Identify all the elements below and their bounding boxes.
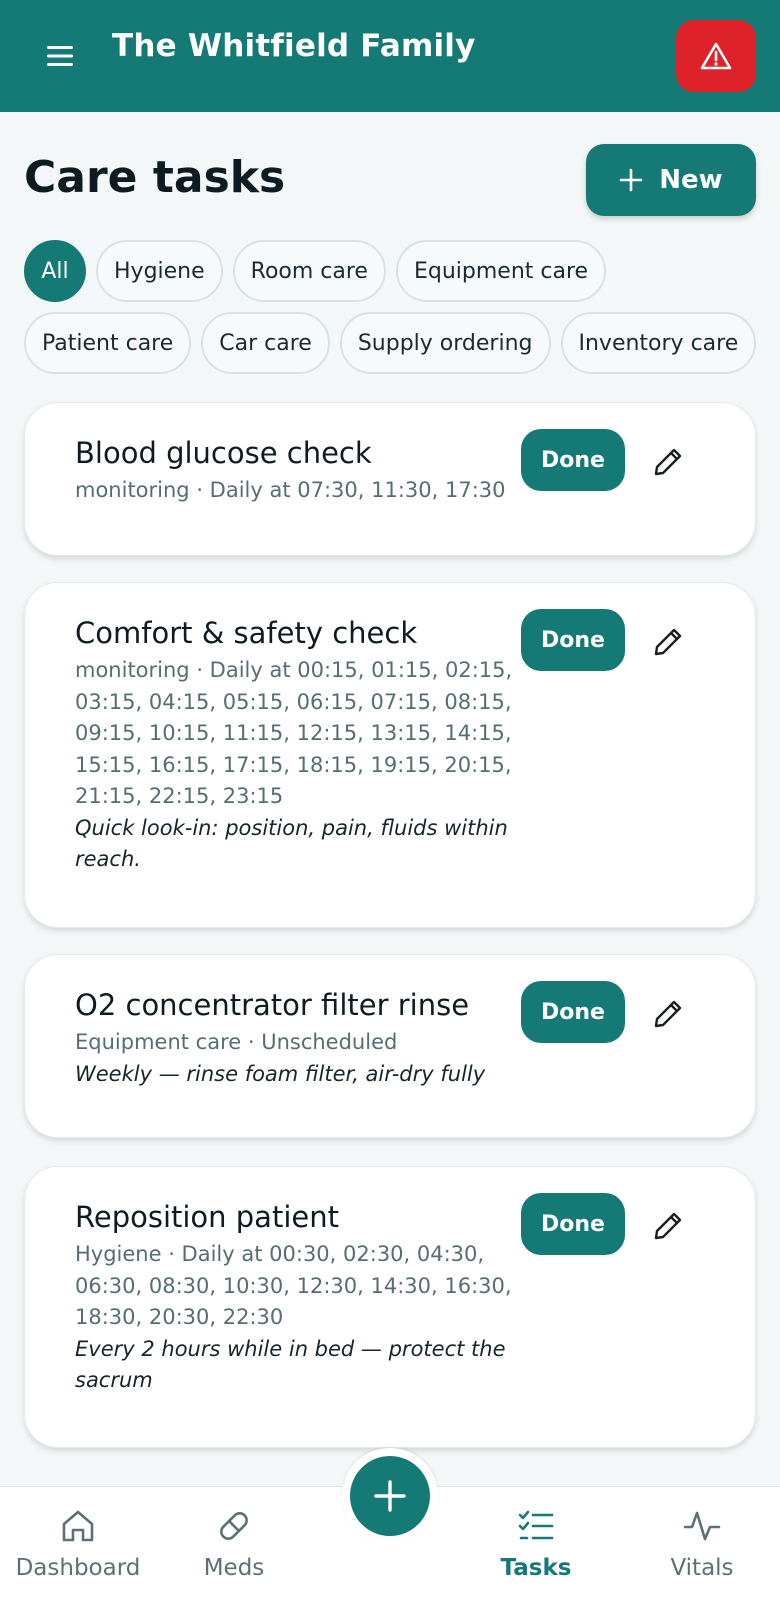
new-task-button[interactable]: New bbox=[586, 144, 756, 216]
nav-item-vitals[interactable]: Vitals bbox=[624, 1487, 780, 1600]
task-title: Reposition patient bbox=[75, 1200, 339, 1234]
nav-item-meds[interactable]: Meds bbox=[156, 1487, 312, 1600]
task-title: Blood glucose check bbox=[75, 436, 372, 470]
task-card: O2 concentrator filter rinse Equipment c… bbox=[24, 954, 756, 1138]
task-title: O2 concentrator filter rinse bbox=[75, 988, 470, 1022]
task-title: Comfort & safety check bbox=[75, 616, 418, 650]
nav-label-vitals: Vitals bbox=[670, 1555, 734, 1581]
filter-chip-hygiene[interactable]: Hygiene bbox=[96, 240, 223, 302]
pulse-icon bbox=[683, 1511, 721, 1541]
task-note: Quick look-in: position, pain, fluids wi… bbox=[75, 815, 508, 872]
task-schedule: Hygiene · Daily at 00:30, 02:30, 04:30, … bbox=[75, 1242, 512, 1329]
hamburger-menu-icon bbox=[47, 46, 73, 66]
plus-icon bbox=[374, 1480, 406, 1512]
app-header: The Whitfield Family bbox=[0, 0, 780, 112]
edit-task-button[interactable] bbox=[645, 619, 691, 665]
pencil-icon bbox=[654, 1212, 682, 1240]
done-button[interactable]: Done bbox=[521, 981, 625, 1043]
done-button[interactable]: Done bbox=[521, 1193, 625, 1255]
task-note: Every 2 hours while in bed — protect the… bbox=[75, 1336, 506, 1393]
edit-task-button[interactable] bbox=[645, 991, 691, 1037]
filter-chip-supply-ordering[interactable]: Supply ordering bbox=[339, 312, 551, 374]
nav-item-dashboard[interactable]: Dashboard bbox=[0, 1487, 156, 1600]
task-card: Reposition patient Hygiene · Daily at 00… bbox=[24, 1166, 756, 1448]
task-schedule: monitoring · Daily at 07:30, 11:30, 17:3… bbox=[75, 478, 506, 502]
plus-icon bbox=[619, 168, 643, 192]
pencil-icon bbox=[654, 448, 682, 476]
task-schedule: Equipment care · Unscheduled bbox=[75, 1030, 398, 1054]
family-title: The Whitfield Family bbox=[112, 28, 476, 64]
filter-chip-car-care[interactable]: Car care bbox=[201, 312, 330, 374]
filter-chip-patient-care[interactable]: Patient care bbox=[24, 312, 192, 374]
filter-chip-all[interactable]: All bbox=[24, 240, 86, 302]
filter-chip-room-care[interactable]: Room care bbox=[232, 240, 386, 302]
done-button[interactable]: Done bbox=[521, 609, 625, 671]
nav-label-tasks: Tasks bbox=[500, 1555, 572, 1581]
nav-label-dashboard: Dashboard bbox=[15, 1555, 141, 1581]
filter-chip-inventory-care[interactable]: Inventory care bbox=[560, 312, 757, 374]
nav-label-meds: Meds bbox=[203, 1555, 265, 1581]
home-icon bbox=[62, 1510, 94, 1542]
task-note: Weekly — rinse foam filter, air-dry full… bbox=[75, 1061, 486, 1086]
pencil-icon bbox=[654, 1000, 682, 1028]
new-button-label: New bbox=[659, 165, 723, 195]
category-filters: All Hygiene Room care Equipment care Pat… bbox=[24, 240, 764, 374]
menu-button[interactable] bbox=[38, 36, 82, 76]
nav-item-tasks[interactable]: Tasks bbox=[458, 1487, 614, 1600]
done-button[interactable]: Done bbox=[521, 429, 625, 491]
emergency-alert-button[interactable] bbox=[676, 20, 756, 92]
task-card: Blood glucose check monitoring · Daily a… bbox=[24, 402, 756, 556]
pencil-icon bbox=[654, 628, 682, 656]
warning-triangle-icon bbox=[700, 42, 732, 70]
quick-add-button[interactable] bbox=[350, 1456, 430, 1536]
filter-chip-equipment-care[interactable]: Equipment care bbox=[395, 240, 607, 302]
task-card: Comfort & safety check monitoring · Dail… bbox=[24, 582, 756, 928]
page-title: Care tasks bbox=[24, 152, 286, 203]
edit-task-button[interactable] bbox=[645, 439, 691, 485]
checklist-icon bbox=[518, 1510, 554, 1540]
pill-icon bbox=[220, 1512, 248, 1540]
edit-task-button[interactable] bbox=[645, 1203, 691, 1249]
task-schedule: monitoring · Daily at 00:15, 01:15, 02:1… bbox=[75, 658, 513, 808]
